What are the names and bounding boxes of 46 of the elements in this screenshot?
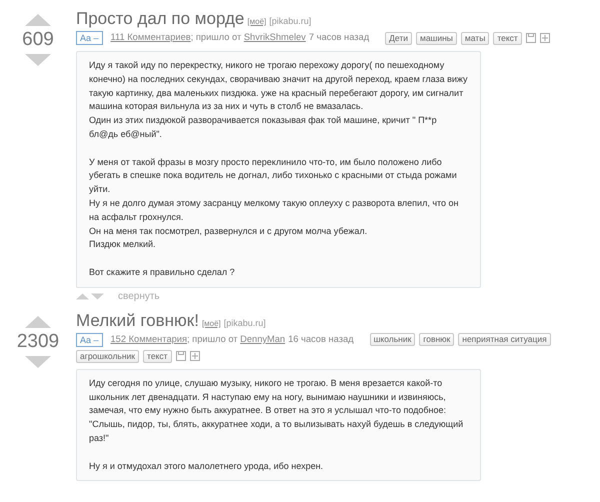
- tag-button[interactable]: неприятная ситуация: [458, 333, 551, 346]
- tag-button[interactable]: говнюк: [419, 333, 454, 346]
- downvote-arrow-icon[interactable]: [25, 356, 51, 368]
- vote-count: 609: [22, 28, 54, 52]
- tag-button[interactable]: текст: [493, 32, 522, 44]
- mine-link[interactable]: [моё]: [247, 16, 266, 28]
- tag-button[interactable]: Дети: [385, 32, 412, 44]
- expand-icon[interactable]: [540, 33, 550, 43]
- expand-icon[interactable]: [190, 351, 200, 362]
- tag-button[interactable]: машины: [416, 32, 457, 44]
- font-size-toggle[interactable]: Aa –: [76, 332, 103, 347]
- post-text: Он на меня так посмотрел, развернулся и с другом молча убежал.: [89, 224, 368, 238]
- post-text: У меня от такой фразы в мозгу просто переклинило что-то, им было положено либо убегать в спешке пока водитель не догнал, либо тихонько с красными от стыда рожами уйти.: [89, 156, 458, 196]
- tag-button[interactable]: агрошкольник: [76, 350, 140, 363]
- post-time: 7 часов назад: [308, 31, 370, 44]
- author-link[interactable]: DennyMan: [240, 332, 286, 347]
- upvote-arrow-icon[interactable]: [76, 293, 89, 300]
- tag-button[interactable]: текст: [143, 350, 172, 363]
- post-text: Вот скажите я правильно сделал ?: [89, 266, 236, 279]
- upvote-arrow-icon[interactable]: [25, 14, 51, 26]
- downvote-arrow-icon[interactable]: [91, 293, 104, 300]
- tag-button[interactable]: школьник: [370, 333, 416, 346]
- came-from-label: ; пришло от: [187, 332, 239, 346]
- vote-count: 2309: [16, 330, 60, 354]
- post-text: Ну я не долго думая этому засранцу мелкому такую оплеуху с разворота влепил, что он на асфальт грохнулся.: [89, 196, 460, 224]
- save-icon[interactable]: [176, 351, 186, 362]
- author-link[interactable]: ShvrikShmelev: [244, 31, 306, 45]
- post-text: Иду я такой иду по перекрестку, никого не трогаю перехожу дорогу( по пешеходному конечно) на последних секундах, сворачиваю значит на другой переход, краем глаза вижу такую картинку, два маленьких пиздюка. уже на красный перебегают дорогу, им сигналит машина которая вильнула из за них и чуть в столб не вмазалась.: [89, 59, 468, 114]
- came-from-label: ; пришло от: [190, 31, 242, 44]
- source-label: [pikabu.ru]: [269, 15, 312, 28]
- post-text: Один из этих пиздюкой разворачивается показывая фак той машине, кричит " П**р бл@дь еб@ный".: [89, 114, 438, 141]
- comments-link[interactable]: 152 Комментария: [110, 332, 188, 347]
- post-title[interactable]: Просто дал по морде: [76, 8, 244, 30]
- post-text: Иду сегодня по улице, слушаю музыку, никого не трогаю. В меня врезается какой-то школьник лет двенадцати. Я наступаю ему на ногу, вынимаю наушники и извиняюсь, замечая, что ему нужно быть аккуратнее. В ответ на это я услышал что-то подобное: "Слышь, пидор, ты, блять, аккуратнее ходи, а то вылизывать нахуй будешь в следующий раз!": [89, 376, 464, 445]
- downvote-arrow-icon[interactable]: [25, 54, 51, 66]
- tag-button[interactable]: маты: [460, 32, 490, 44]
- source-label: [pikabu.ru]: [224, 316, 266, 330]
- post-text: Пиздюк мелкий.: [89, 238, 157, 252]
- save-icon[interactable]: [526, 33, 536, 43]
- post-time: 16 часов назад: [288, 332, 354, 346]
- upvote-arrow-icon[interactable]: [25, 316, 51, 328]
- post-text: Ну я и отмудохал этого малолетнего урода, ибо нехрен.: [89, 460, 324, 473]
- comments-link[interactable]: 111 Комментариев: [110, 31, 191, 45]
- post-title[interactable]: Мелкий говнюк!: [76, 310, 199, 332]
- font-size-toggle[interactable]: Aa –: [76, 31, 103, 45]
- mine-link[interactable]: [моё]: [202, 318, 221, 330]
